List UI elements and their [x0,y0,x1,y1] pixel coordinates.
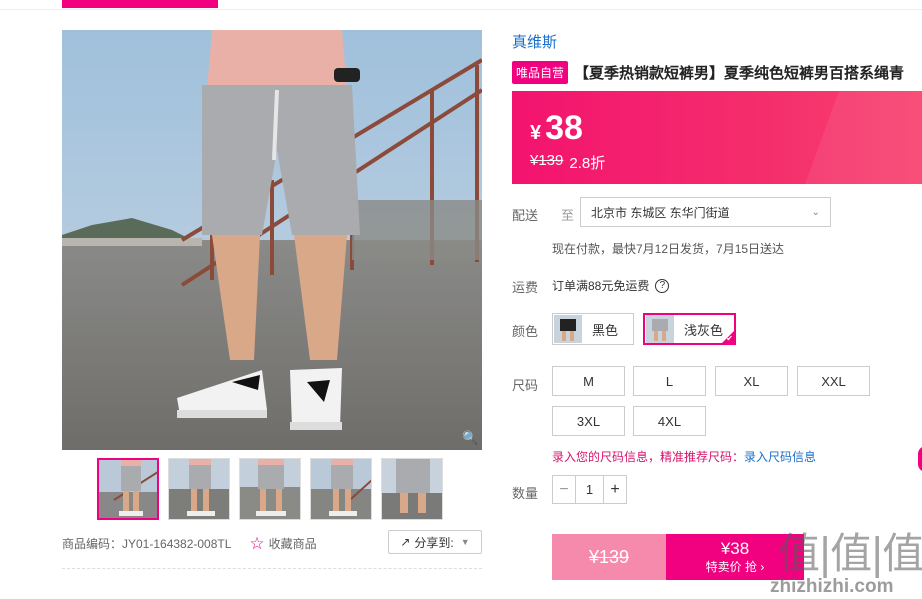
decrement-button[interactable]: − [553,476,575,503]
color-option-black[interactable]: 黑色 [552,313,634,345]
help-icon[interactable]: ? [655,278,670,293]
size-option-xxl[interactable]: XXL [797,366,870,396]
nav-active-indicator [62,0,218,8]
increment-button[interactable]: + [604,476,626,503]
thumbnail-4[interactable] [310,458,372,520]
watermark-site: zhizhizhi.com [770,576,894,597]
thumbnail-3[interactable] [239,458,301,520]
freight-text: 订单满88元免运费 [552,279,650,293]
size-label: 尺码 [512,378,539,393]
buy-action-label: 特卖价 抢 › [705,560,765,574]
check-icon: ✔ [726,334,733,343]
thumbnail-1[interactable] [97,458,159,520]
thumbnail-5[interactable] [381,458,443,520]
decorative-stripe [805,91,922,184]
product-code: 商品编码：JY01-164382-008TL [62,536,232,551]
color-option-label: 黑色 [592,322,619,338]
size-tip-text: 录入您的尺码信息，精准推荐尺码： [552,450,745,464]
color-swatch-light-gray [646,315,674,343]
product-title-row: 唯品自营 【夏季热销款短裤男】夏季纯色短裤男百搭系绳青 [512,60,922,84]
color-option-label: 浅灰色 [684,322,724,338]
magnifier-icon[interactable]: 🔍 [462,430,478,446]
freight-label: 运费 [512,280,539,295]
delivery-label: 配送 [512,208,539,223]
buy-sale-price: ¥38 [720,539,750,558]
product-photo [62,30,482,450]
thumbnail-strip [97,458,443,520]
price-panel: ¥ 38 ¥139 2.8折 [512,91,922,184]
caret-down-icon: ▼ [460,537,470,547]
share-dropdown[interactable]: ↗ 分享到: ▼ [388,530,482,554]
currency-symbol: ¥ [530,122,542,144]
size-recommend-tip: 录入您的尺码信息，精准推荐尺码：录入尺码信息 [552,448,816,465]
size-info-link[interactable]: 录入尺码信息 [744,450,816,464]
divider [62,568,482,569]
side-float-tab[interactable] [918,446,922,472]
size-option-l[interactable]: L [633,366,706,396]
color-label: 颜色 [512,324,539,339]
size-option-m[interactable]: M [552,366,625,396]
current-price: ¥ 38 [530,109,583,148]
quantity-input[interactable]: 1 [575,476,604,503]
current-price-value: 38 [545,109,583,147]
watermark-logo: 值|值|值 zhizhizhi.com [770,520,922,599]
freight-info: 订单满88元免运费 ? [552,277,670,294]
share-label: 分享到: [414,535,454,550]
original-price: ¥139 [530,152,564,169]
address-selector[interactable]: 北京市 东城区 东华门街道 ⌄ [580,197,831,227]
color-swatch-black [554,315,582,343]
color-option-light-gray[interactable]: 浅灰色 ✔ [643,313,736,345]
original-price-row: ¥139 2.8折 [530,152,605,173]
delivery-to-label: 至 [561,208,575,223]
product-title: 【夏季热销款短裤男】夏季纯色短裤男百搭系绳青 [574,64,905,82]
favorite-button[interactable]: ☆ 收藏商品 [249,535,316,552]
discount-rate: 2.8折 [569,155,606,172]
buy-original-price: ¥139 [552,534,666,580]
delivery-estimate: 现在付款，最快7月12日发货，7月15日送达 [552,242,785,256]
address-value: 北京市 东城区 东华门街道 [591,205,730,220]
size-option-xl[interactable]: XL [715,366,788,396]
product-main-image[interactable]: 🔍 [62,30,482,450]
size-option-4xl[interactable]: 4XL [633,406,706,436]
quantity-stepper: − 1 + [552,475,627,504]
favorite-label: 收藏商品 [268,536,317,551]
star-icon: ☆ [249,533,265,553]
top-nav-bar [0,0,922,10]
buy-now-button[interactable]: ¥139 ¥38 特卖价 抢 › [552,534,804,580]
self-operated-badge: 唯品自营 [512,60,569,84]
watermark-glyphs: 值|值|值 [778,529,922,578]
quantity-label: 数量 [512,486,539,501]
chevron-down-icon: ⌄ [811,206,820,218]
share-icon: ↗ [400,535,411,549]
thumbnail-2[interactable] [168,458,230,520]
size-option-3xl[interactable]: 3XL [552,406,625,436]
product-meta-row: 商品编码：JY01-164382-008TL ☆ 收藏商品 ↗ 分享到: ▼ [62,530,482,556]
brand-link[interactable]: 真维斯 [512,31,557,52]
